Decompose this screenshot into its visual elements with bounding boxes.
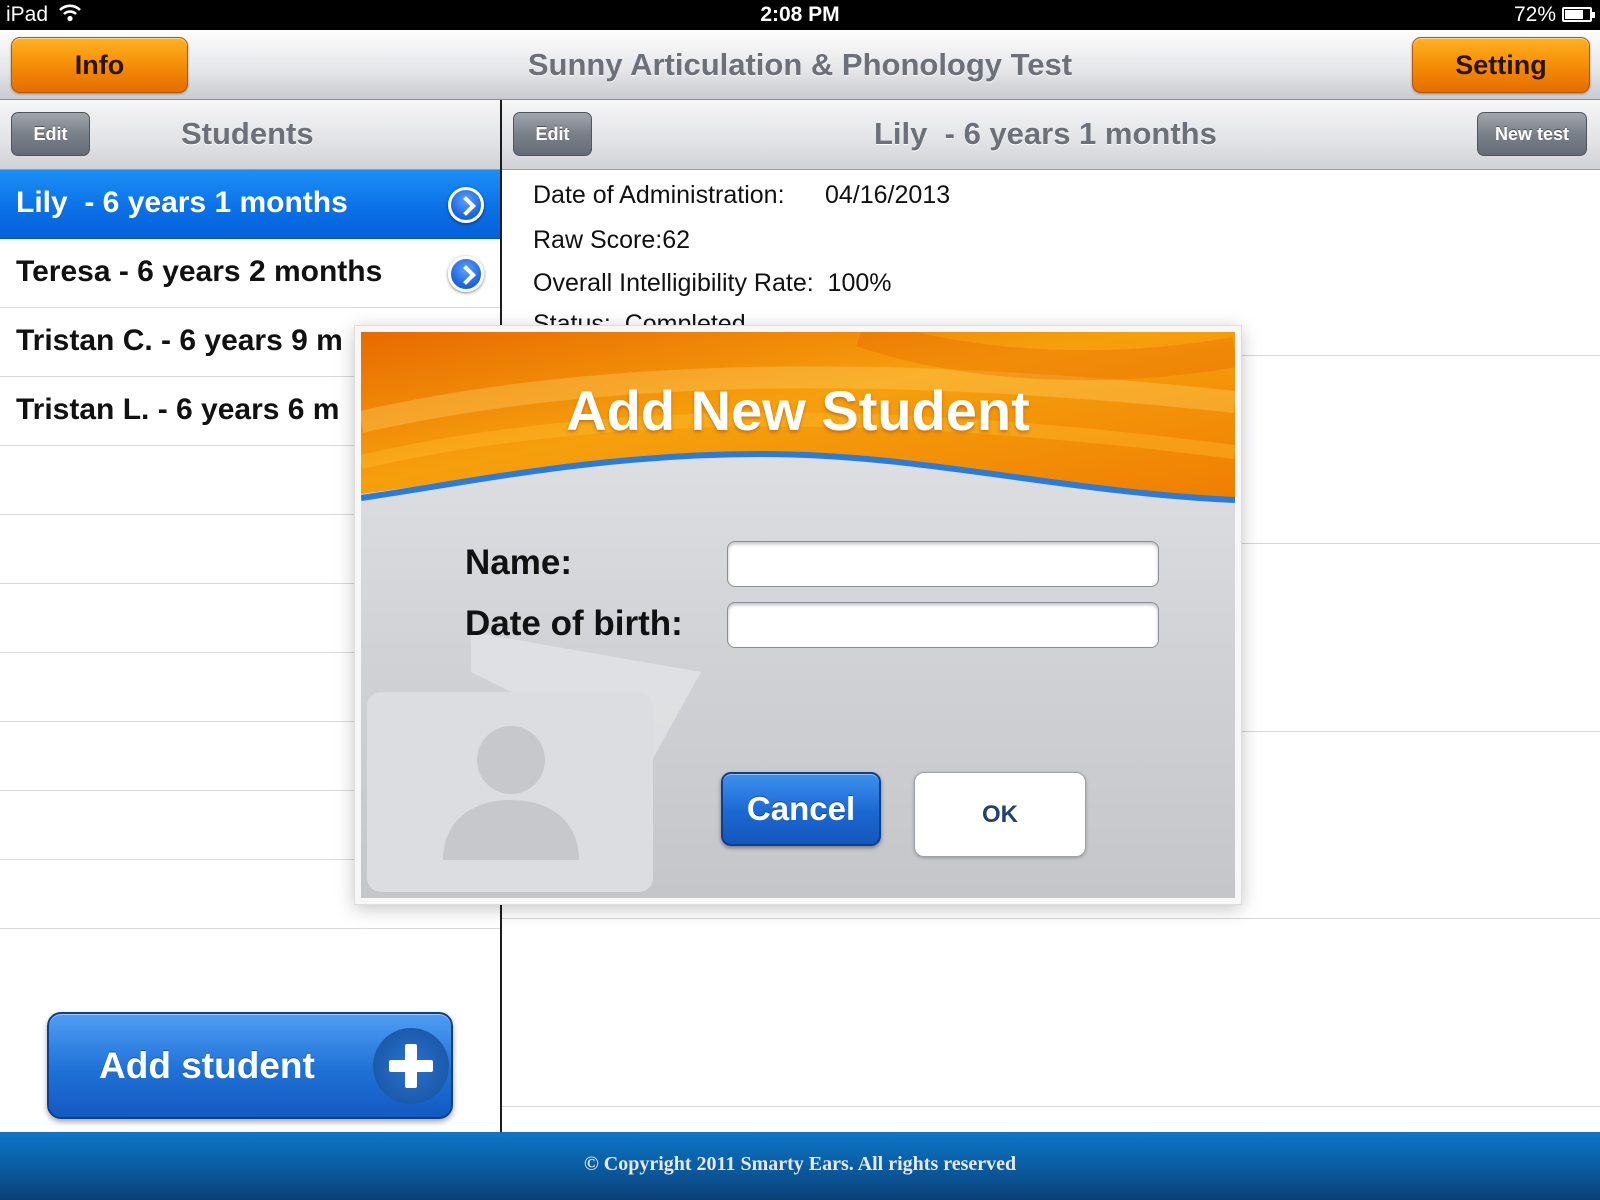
add-student-label: Add student — [99, 1045, 315, 1086]
test-detail-header: Edit Lily - 6 years 1 months New test — [502, 100, 1600, 170]
ok-button[interactable]: OK — [914, 772, 1086, 857]
cancel-button[interactable]: Cancel — [721, 772, 881, 846]
copyright-text: © Copyright 2011 Smarty Ears. All rights… — [583, 1153, 1017, 1175]
date-of-administration-label: Date of Administration: — [533, 181, 785, 209]
students-title: Students — [181, 116, 314, 151]
student-name: Teresa - 6 years 2 months — [16, 255, 383, 288]
raw-score: Raw Score:62 — [533, 226, 691, 254]
date-of-birth-input[interactable] — [727, 602, 1159, 648]
detail-edit-button[interactable]: Edit — [513, 112, 592, 156]
list-item[interactable]: Teresa - 6 years 2 months — [0, 239, 500, 308]
add-new-student-dialog: Add New Student Name: Date of birth: Can… — [355, 326, 1241, 904]
status-bar: iPad 2:08 PM 72% — [0, 0, 1600, 30]
name-label: Name: — [465, 543, 572, 582]
student-name: Lily - 6 years 1 months — [16, 186, 348, 219]
date-of-birth-label: Date of birth: — [465, 604, 683, 643]
setting-button[interactable]: Setting — [1412, 37, 1590, 93]
clock: 2:08 PM — [760, 3, 840, 26]
students-edit-button[interactable]: Edit — [11, 112, 90, 156]
list-item[interactable]: Lily - 6 years 1 months — [0, 170, 500, 239]
battery-icon — [1562, 7, 1595, 22]
dialog-header: Add New Student — [361, 332, 1235, 506]
chevron-right-icon[interactable] — [448, 256, 484, 292]
date-of-administration-value: 04/16/2013 — [825, 181, 951, 209]
student-card-icon — [367, 632, 701, 892]
students-header: Edit Students — [0, 100, 500, 170]
student-name: Tristan L. - 6 years 6 m — [16, 393, 340, 426]
name-input[interactable] — [727, 541, 1159, 587]
chevron-right-icon[interactable] — [448, 187, 484, 223]
app-title: Sunny Articulation & Phonology Test — [527, 47, 1073, 82]
plus-icon — [389, 1044, 433, 1088]
new-test-button[interactable]: New test — [1477, 112, 1587, 156]
student-name: Tristan C. - 6 years 9 m — [16, 324, 343, 357]
add-student-button[interactable]: Add student — [47, 1012, 453, 1119]
dialog-title: Add New Student — [566, 379, 1030, 442]
footer: © Copyright 2011 Smarty Ears. All rights… — [0, 1132, 1600, 1200]
top-nav-bar: Info Sunny Articulation & Phonology Test… — [0, 30, 1600, 100]
plus-circle — [373, 1028, 449, 1104]
detail-title: Lily - 6 years 1 months — [874, 116, 1217, 151]
intelligibility-rate: Overall Intelligibility Rate: 100% — [533, 269, 892, 297]
battery-percent: 72% — [1513, 3, 1556, 26]
